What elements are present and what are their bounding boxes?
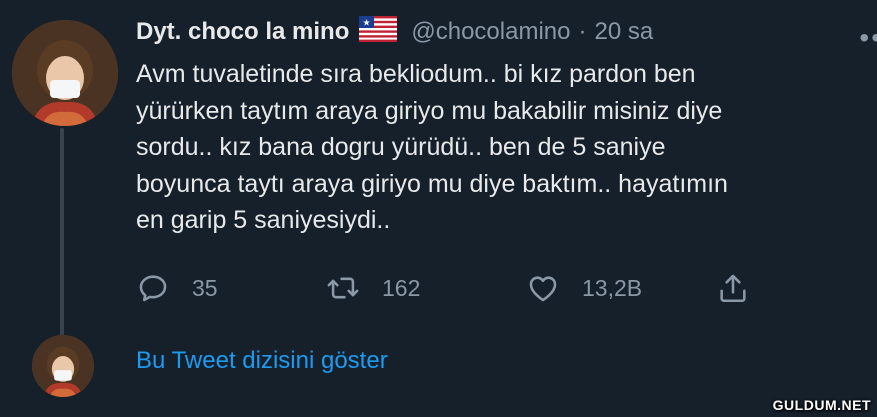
reply-count: 35: [192, 274, 218, 301]
reply-icon: [139, 275, 167, 302]
retweet-icon: [327, 277, 359, 299]
tweet-text-line: Avm tuvaletinde sıra bekliodum.. bi kız …: [136, 60, 696, 88]
share-button[interactable]: [716, 268, 772, 308]
more-options-icon[interactable]: ••: [859, 22, 877, 54]
retweet-count: 162: [382, 274, 421, 301]
author-avatar[interactable]: [12, 20, 118, 126]
separator-dot: ·: [578, 18, 587, 45]
thread-line: [60, 128, 64, 336]
tweet-text-line: boyunca taytı araya giriyo mu diye baktı…: [136, 169, 728, 198]
like-button[interactable]: 13,2B: [526, 268, 642, 308]
timestamp[interactable]: 20 sa: [594, 18, 653, 46]
tweet-header: Dyt. choco la mino ★ @chocolamino · 20 s…: [136, 14, 653, 50]
liberia-flag-icon: ★: [359, 15, 398, 49]
retweet-button[interactable]: 162: [326, 268, 420, 308]
tweet-text-line: yürürken taytım araya giriyo mu bakabili…: [136, 96, 723, 125]
thread-avatar[interactable]: [32, 335, 94, 397]
site-watermark: GULDUM.NET: [772, 397, 871, 413]
tweet-text: Avm tuvaletinde sıra bekliodum.. bi kız …: [136, 56, 856, 239]
share-icon: [720, 274, 746, 303]
tweet-text-line: sordu.. kız bana dogru yürüdü.. ben de 5…: [136, 133, 666, 162]
heart-icon: [529, 276, 557, 302]
reply-button[interactable]: 35: [136, 268, 218, 308]
action-bar: 35 162 13,2B: [136, 268, 776, 308]
display-name[interactable]: Dyt. choco la mino: [136, 18, 349, 46]
show-thread-link[interactable]: Bu Tweet dizisini göster: [136, 347, 388, 375]
like-count: 13,2B: [582, 274, 643, 301]
tweet-text-line: en garip 5 saniyesiydi..: [136, 206, 391, 235]
handle[interactable]: @chocolamino: [411, 18, 570, 46]
svg-text:★: ★: [363, 18, 371, 28]
